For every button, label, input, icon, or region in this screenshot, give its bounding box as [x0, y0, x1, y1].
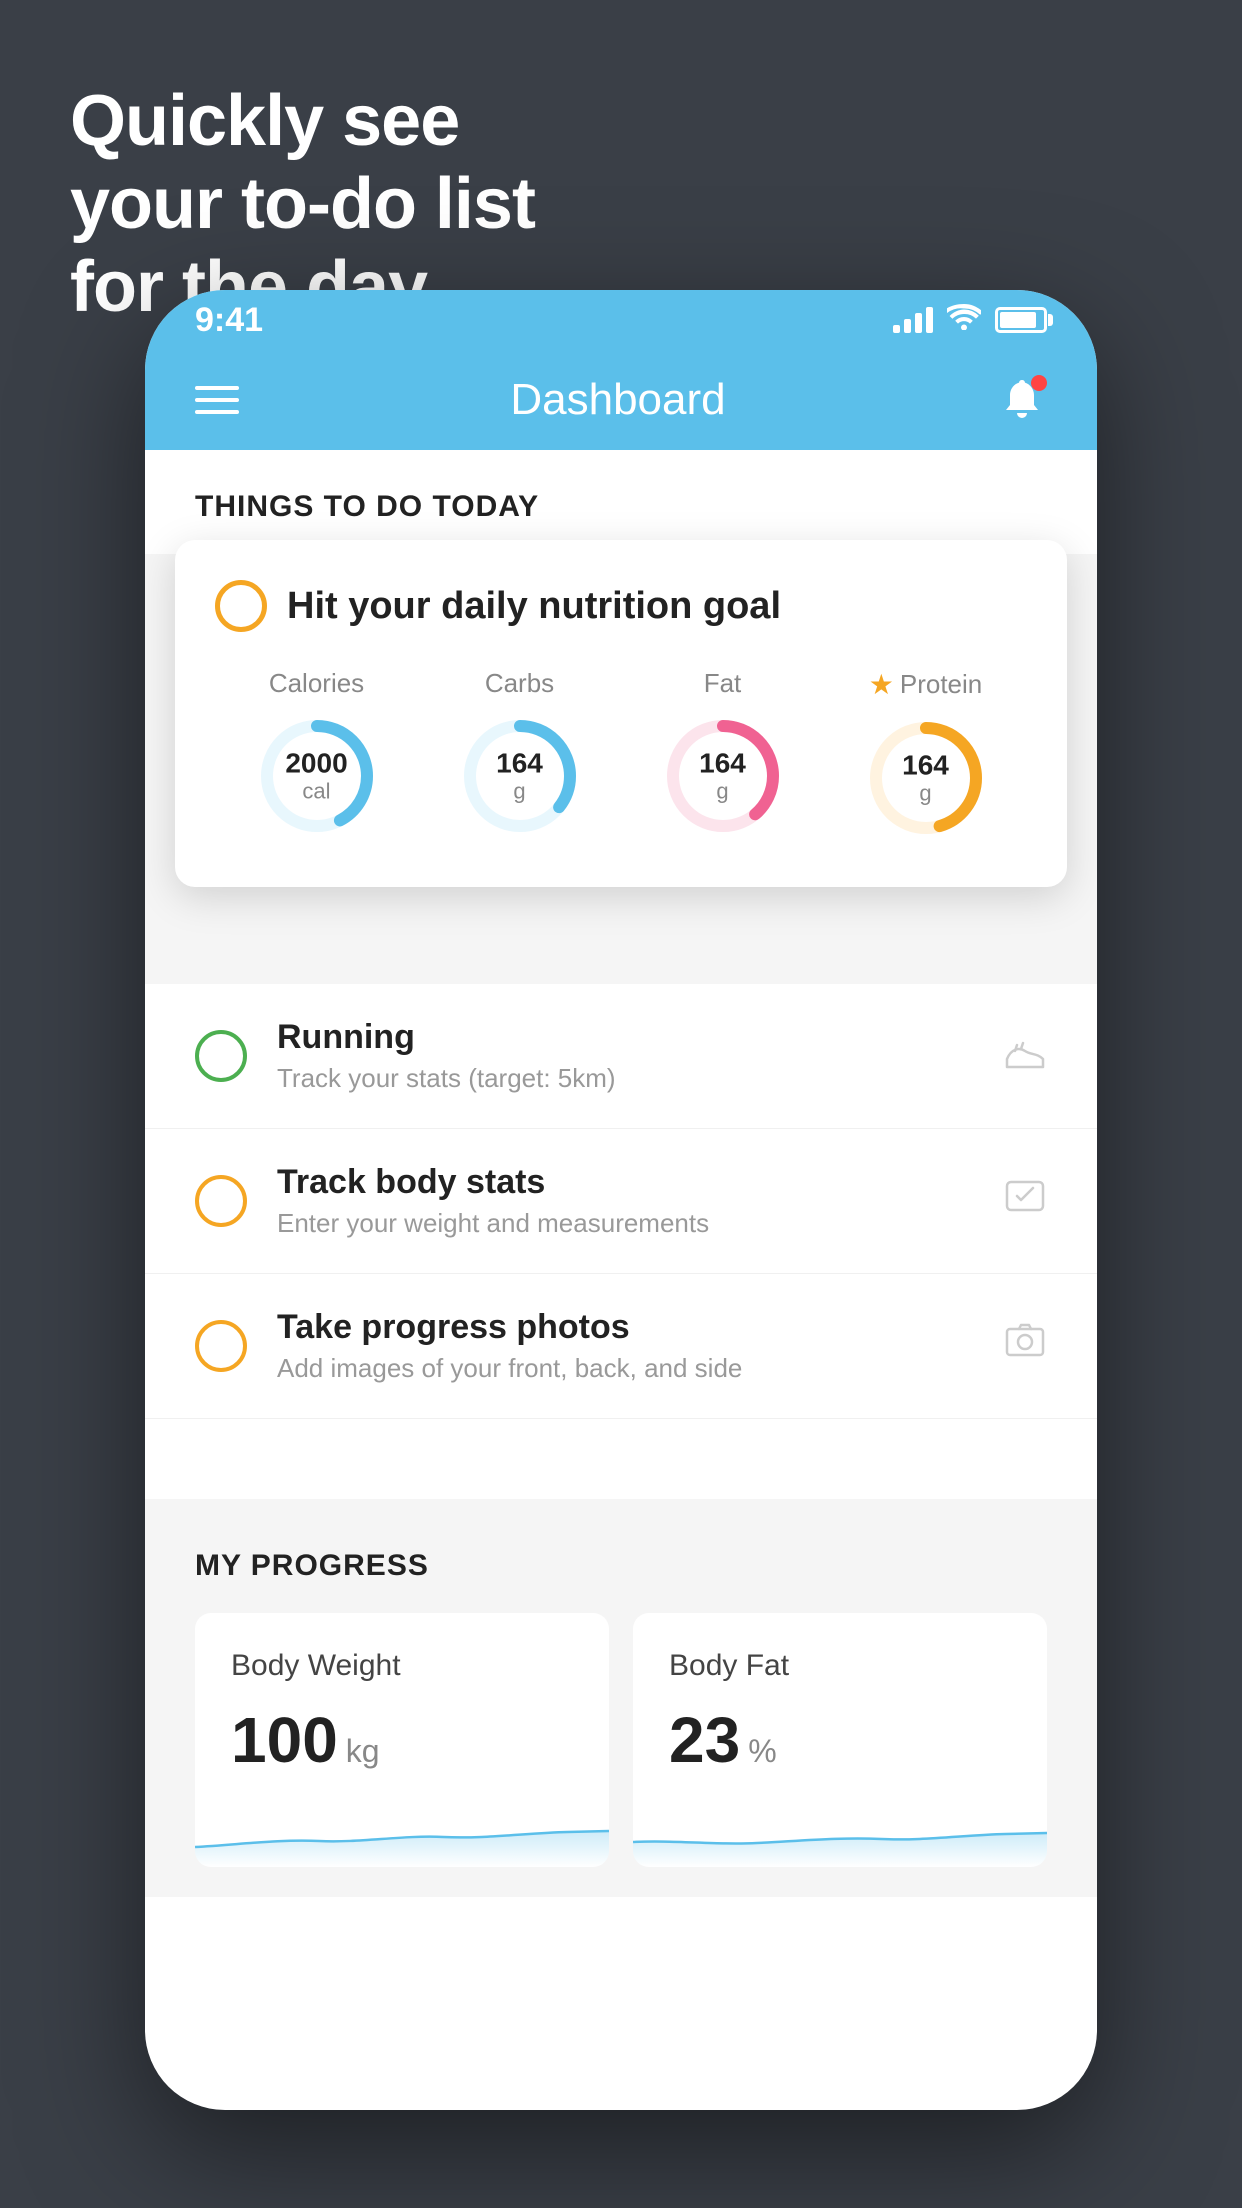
- progress-value-row-fat: 23 %: [669, 1703, 1011, 1777]
- app-header: Dashboard: [145, 350, 1097, 450]
- donut-carbs: 164 g: [455, 711, 585, 841]
- donut-center-protein: 164 g: [902, 751, 949, 806]
- progress-card-title-weight: Body Weight: [231, 1649, 573, 1683]
- status-bar: 9:41: [145, 290, 1097, 350]
- hero-line1: Quickly see: [70, 80, 535, 163]
- nutrition-label-carbs: Carbs: [485, 668, 554, 699]
- donut-center-carbs: 164 g: [496, 749, 543, 804]
- donut-calories: 2000 cal: [252, 711, 382, 841]
- hamburger-line: [195, 386, 239, 390]
- todo-text-photos: Take progress photos Add images of your …: [277, 1308, 973, 1384]
- hamburger-line: [195, 398, 239, 402]
- todo-circle-running: [195, 1030, 247, 1082]
- nutrition-card-title: Hit your daily nutrition goal: [287, 585, 781, 628]
- nutrition-card: Hit your daily nutrition goal Calories: [175, 540, 1067, 887]
- progress-card-fat[interactable]: Body Fat 23 %: [633, 1613, 1047, 1867]
- progress-value-fat: 23: [669, 1703, 740, 1777]
- progress-unit-weight: kg: [346, 1733, 380, 1770]
- photo-icon: [1003, 1319, 1047, 1373]
- donut-center-fat: 164 g: [699, 749, 746, 804]
- phone-frame: 9:41 Dashboard: [145, 290, 1097, 2110]
- main-content: THINGS TO DO TODAY Hit your daily nutrit…: [145, 450, 1097, 1897]
- todo-title-running: Running: [277, 1018, 973, 1057]
- donut-fat: 164 g: [658, 711, 788, 841]
- nutrition-item-protein: ★ Protein 164 g: [861, 668, 991, 843]
- todo-indicator-nutrition: [215, 580, 267, 632]
- progress-section-title: MY PROGRESS: [195, 1549, 1047, 1583]
- todo-circle-body-stats: [195, 1175, 247, 1227]
- section-header: THINGS TO DO TODAY: [145, 450, 1097, 554]
- todo-list: Running Track your stats (target: 5km) T…: [145, 984, 1097, 1419]
- todo-item-photos[interactable]: Take progress photos Add images of your …: [145, 1274, 1097, 1419]
- battery-icon: [995, 307, 1047, 333]
- spacer: [145, 1419, 1097, 1499]
- progress-card-weight[interactable]: Body Weight 100 kg: [195, 1613, 609, 1867]
- todo-title-body-stats: Track body stats: [277, 1163, 973, 1202]
- progress-value-row-weight: 100 kg: [231, 1703, 573, 1777]
- todo-title-photos: Take progress photos: [277, 1308, 973, 1347]
- status-time: 9:41: [195, 301, 263, 340]
- progress-value-weight: 100: [231, 1703, 338, 1777]
- todo-subtitle-body-stats: Enter your weight and measurements: [277, 1208, 973, 1239]
- fat-chart: [633, 1797, 1047, 1867]
- nutrition-item-fat: Fat 164 g: [658, 668, 788, 841]
- nutrition-card-header: Hit your daily nutrition goal: [215, 580, 1027, 632]
- nutrition-label-protein: ★ Protein: [869, 668, 983, 701]
- donut-center-calories: 2000 cal: [285, 749, 347, 804]
- hero-line2: your to-do list: [70, 163, 535, 246]
- nutrition-circles: Calories 2000 cal: [215, 668, 1027, 843]
- status-icons: [893, 304, 1047, 337]
- todo-item-running[interactable]: Running Track your stats (target: 5km): [145, 984, 1097, 1129]
- todo-text-running: Running Track your stats (target: 5km): [277, 1018, 973, 1094]
- progress-unit-fat: %: [748, 1733, 776, 1770]
- signal-icon: [893, 307, 933, 333]
- todo-circle-photos: [195, 1320, 247, 1372]
- nutrition-label-fat: Fat: [704, 668, 742, 699]
- progress-section: MY PROGRESS Body Weight 100 kg: [145, 1499, 1097, 1897]
- bell-button[interactable]: [997, 375, 1047, 425]
- todo-text-body-stats: Track body stats Enter your weight and m…: [277, 1163, 973, 1239]
- progress-card-title-fat: Body Fat: [669, 1649, 1011, 1683]
- menu-button[interactable]: [195, 386, 239, 414]
- page-title: Dashboard: [510, 375, 725, 425]
- todo-item-body-stats[interactable]: Track body stats Enter your weight and m…: [145, 1129, 1097, 1274]
- star-icon: ★: [869, 668, 894, 701]
- weight-chart: [195, 1797, 609, 1867]
- nutrition-label-calories: Calories: [269, 668, 364, 699]
- section-title: THINGS TO DO TODAY: [195, 490, 1047, 524]
- notification-dot: [1031, 375, 1047, 391]
- donut-protein: 164 g: [861, 713, 991, 843]
- nutrition-item-carbs: Carbs 164 g: [455, 668, 585, 841]
- progress-cards: Body Weight 100 kg: [195, 1613, 1047, 1867]
- todo-subtitle-photos: Add images of your front, back, and side: [277, 1353, 973, 1384]
- nutrition-item-calories: Calories 2000 cal: [252, 668, 382, 841]
- shoe-icon: [1003, 1029, 1047, 1083]
- scale-icon: [1003, 1174, 1047, 1228]
- wifi-icon: [947, 304, 981, 337]
- todo-subtitle-running: Track your stats (target: 5km): [277, 1063, 973, 1094]
- hamburger-line: [195, 410, 239, 414]
